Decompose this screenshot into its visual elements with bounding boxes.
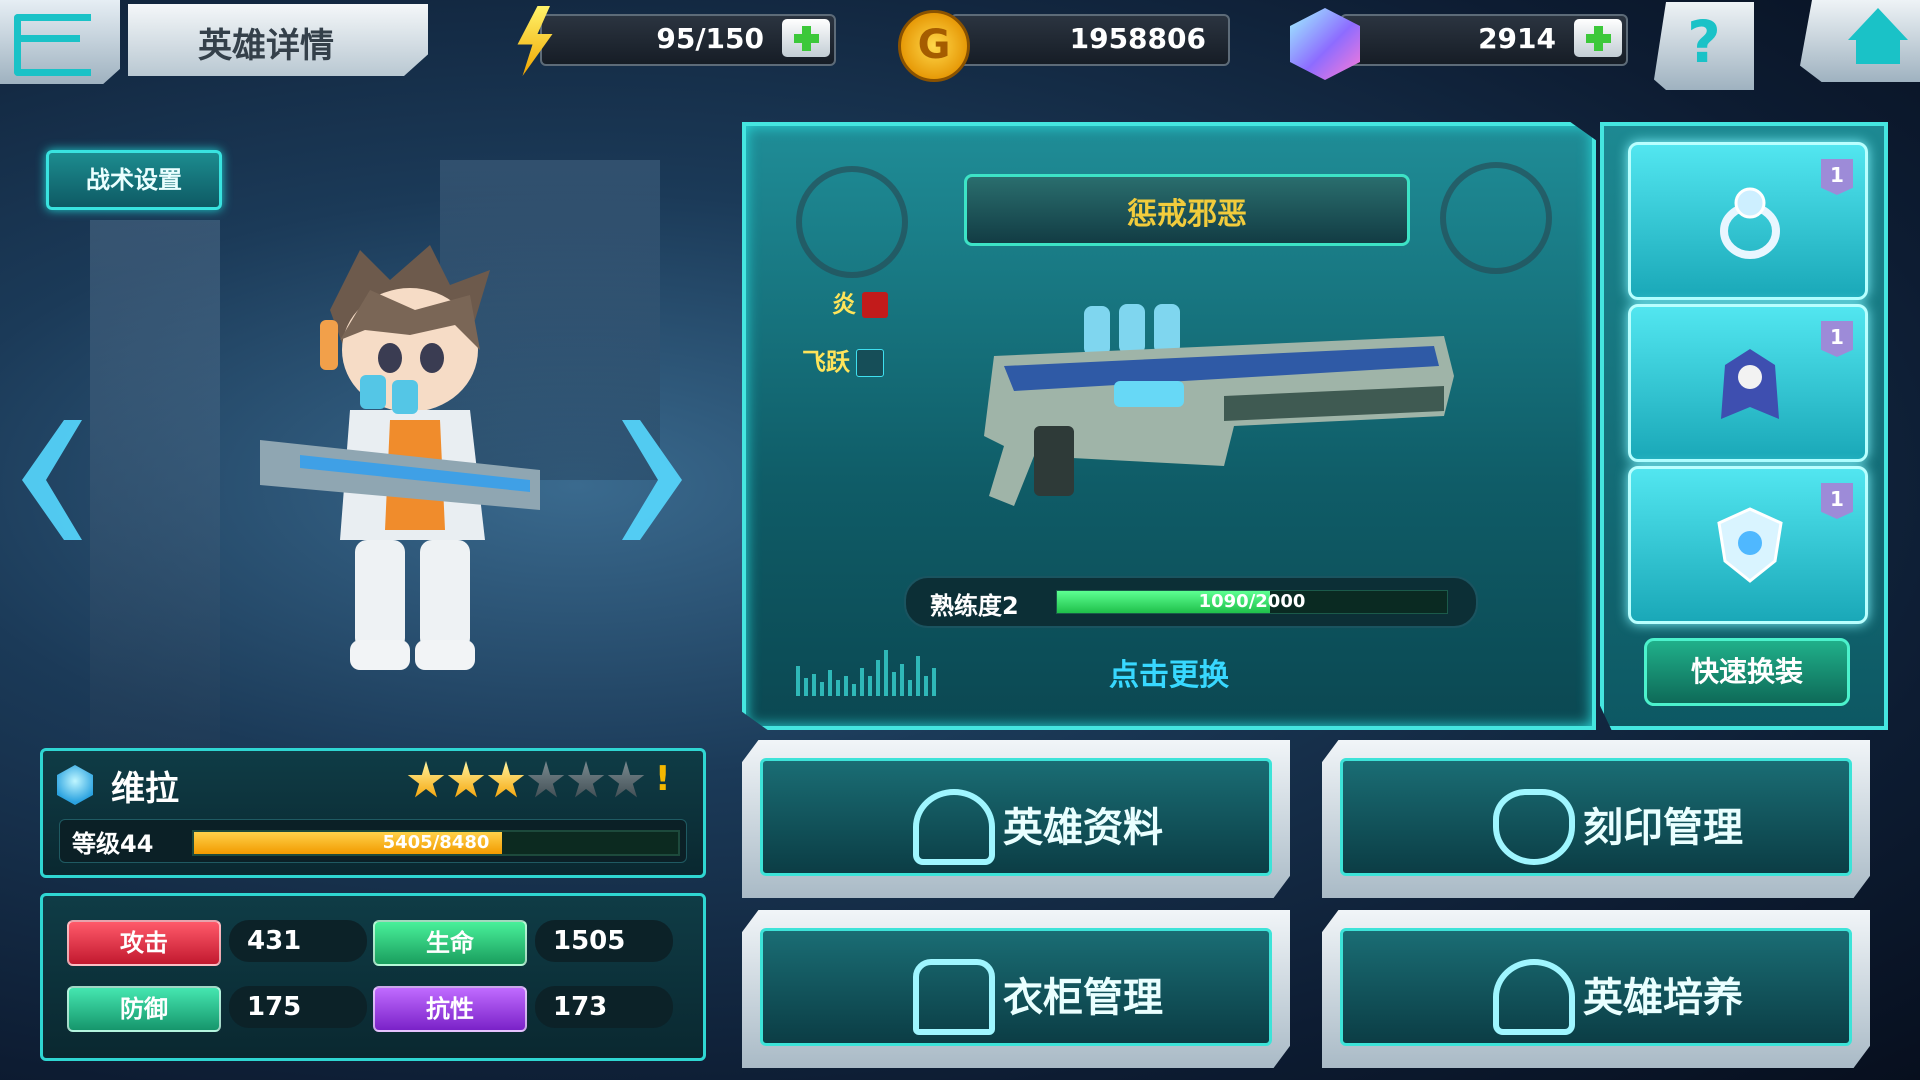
back-button[interactable] [0,0,120,84]
stat-value: 173 [535,986,673,1028]
gold-value: 1958806 [1069,22,1206,55]
cape-icon [1721,349,1779,419]
back-arrow-icon [14,14,91,76]
button-face: 英雄培养 [1340,928,1852,1046]
button-face: 英雄资料 [760,758,1272,876]
shirt-icon [913,959,995,1035]
hero-info-panel: 维拉 ! 等级44 5405/8480 [40,748,706,878]
weapon-attribute-leap: 飞跃 [802,342,884,377]
leap-icon [856,349,884,377]
gem-counter: 2914 [1340,14,1628,66]
home-icon-base [1856,38,1900,64]
person-upgrade-icon [1493,959,1575,1035]
proficiency-text: 1090/2000 [1198,591,1306,612]
person-icon [913,789,995,865]
star-icon [407,761,445,798]
equipment-slot-ring[interactable]: 1 [1628,142,1868,300]
weapon-attribute-fire: 炎 [832,284,888,319]
energy-value: 95/150 [656,22,764,55]
gold-coin-icon: G [898,10,970,82]
button-face: 刻印管理 [1340,758,1852,876]
stat-attack: 攻击 431 [67,920,367,966]
stat-label: 生命 [373,920,527,966]
quick-swap-button[interactable]: 快速换装 [1644,638,1850,706]
hero-stats-panel: 攻击 431 生命 1505 防御 175 抗性 173 [40,893,706,1061]
hero-class-icon [57,765,93,805]
help-button[interactable]: ? [1654,2,1754,90]
hero-character [260,245,540,670]
hero-info-button[interactable]: 英雄资料 [742,740,1290,898]
attribute-label: 炎 [832,290,856,318]
stat-label: 抗性 [373,986,527,1032]
level-row: 等级44 5405/8480 [59,819,687,863]
hero-training-button[interactable]: 英雄培养 [1322,910,1870,1068]
stat-resistance: 抗性 173 [373,986,673,1032]
add-gems-button[interactable] [1574,19,1622,57]
ring-icon [1720,187,1780,259]
top-bar: 英雄详情 95/150 1958806 G 2914 ? [0,0,1920,100]
weapon-image [984,304,1454,506]
wardrobe-management-button[interactable]: 衣柜管理 [742,910,1290,1068]
question-icon: ? [1687,8,1721,76]
gem-value: 2914 [1478,22,1556,55]
crosshair-icon [796,166,908,278]
equipment-slot-emblem[interactable]: 1 [1628,466,1868,624]
fire-icon [862,292,888,318]
button-label: 英雄培养 [1583,975,1743,1021]
button-face: 衣柜管理 [760,928,1272,1046]
slot-level-badge: 1 [1821,483,1853,519]
weapon-name: 惩戒邪恶 [1127,197,1247,232]
add-energy-button[interactable] [782,19,830,57]
proficiency-row: 熟练度2 1090/2000 [904,576,1478,628]
stat-value: 1505 [535,920,673,962]
chevron-right-icon [622,420,682,540]
stat-label: 防御 [67,986,221,1032]
hero-name: 维拉 [111,769,179,809]
stat-value: 175 [229,986,367,1028]
heart-icon [1493,789,1575,865]
slot-level-badge: 1 [1821,321,1853,357]
stat-defense: 防御 175 [67,986,367,1032]
energy-counter: 95/150 [540,14,836,66]
star-icon [567,761,605,798]
change-weapon-button[interactable]: 点击更换 [746,650,1592,694]
experience-text: 5405/8480 [382,832,490,853]
gold-counter: 1958806 [950,14,1230,66]
star-icon [607,761,645,798]
proficiency-bar: 1090/2000 [1056,590,1448,614]
equipment-slot-cape[interactable]: 1 [1628,304,1868,462]
stat-label: 攻击 [67,920,221,966]
button-label: 衣柜管理 [1003,975,1163,1021]
weapon-name-box: 惩戒邪恶 [964,174,1410,246]
tactics-settings-button[interactable]: 战术设置 [46,150,222,210]
shield-icon [1717,507,1783,583]
star-icon [527,761,565,798]
star-icon [487,761,525,798]
level-label: 等级44 [72,830,154,858]
page-title: 英雄详情 [198,26,334,66]
radar-icon [1440,162,1552,274]
prev-hero-button[interactable] [22,420,92,540]
attribute-label: 飞跃 [802,348,850,376]
button-label: 英雄资料 [1003,805,1163,851]
background-structure [90,220,220,780]
page-title-plate: 英雄详情 [128,4,428,76]
imprint-management-button[interactable]: 刻印管理 [1322,740,1870,898]
proficiency-label: 熟练度2 [930,592,1019,620]
chevron-left-icon [22,420,82,540]
stat-value: 431 [229,920,367,962]
home-icon [1848,8,1908,40]
experience-bar: 5405/8480 [192,830,680,856]
home-button[interactable] [1800,0,1920,82]
slot-level-badge: 1 [1821,159,1853,195]
weapon-panel[interactable]: 惩戒邪恶 炎 飞跃 熟练度2 1090/2000 点击更换 [742,122,1596,730]
alert-icon[interactable]: ! [655,759,671,799]
stat-hp: 生命 1505 [373,920,673,966]
equipment-column: 1 1 1 快速换装 [1600,122,1888,730]
hero-star-rating [407,761,647,807]
button-label: 刻印管理 [1583,805,1743,851]
star-icon [447,761,485,798]
next-hero-button[interactable] [622,420,692,540]
